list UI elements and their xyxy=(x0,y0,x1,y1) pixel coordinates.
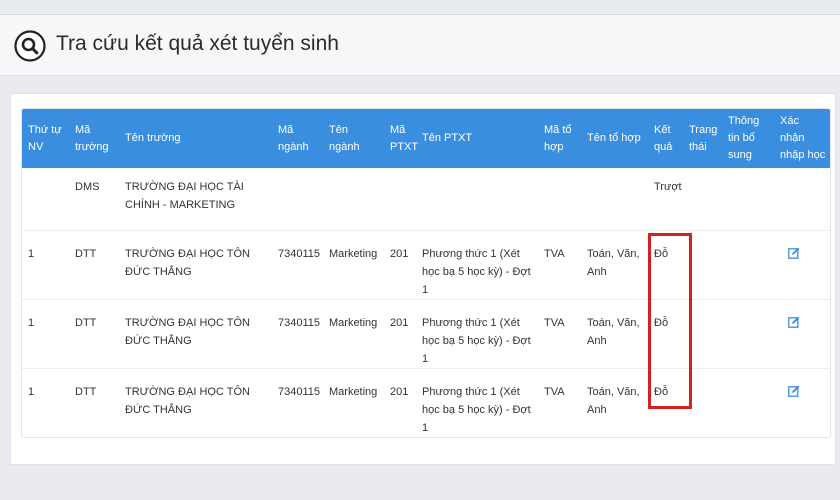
cell-school-name: TRƯỜNG ĐẠI HỌC TÔN ĐỨC THẮNG xyxy=(125,316,250,347)
results-table-container: Thứ tự NV Mã trường Tên trường Mã ngành Tên … xyxy=(21,108,831,438)
cell-school-code: DTT xyxy=(75,247,97,260)
cell-extra-info xyxy=(722,368,774,437)
cell-combo-name: Toán, Văn, Anh xyxy=(587,247,640,278)
cell-major-name: Marketing xyxy=(329,385,378,398)
results-table: Thứ tự NV Mã trường Tên trường Mã ngành Tên … xyxy=(22,109,830,437)
cell-major-name: Marketing xyxy=(329,316,378,329)
cell-extra-info xyxy=(722,168,774,230)
cell-major-name xyxy=(323,168,384,230)
column-header: Kết quả xyxy=(654,123,673,153)
cell-school-code: DTT xyxy=(75,316,97,329)
cell-order xyxy=(22,168,69,230)
column-header: Thứ tự NV xyxy=(28,123,62,153)
column-header: Tên ngành xyxy=(329,123,360,153)
column-header: Mã trường xyxy=(75,123,109,153)
cell-combo-code xyxy=(538,168,581,230)
cell-school-name: TRƯỜNG ĐẠI HỌC TÔN ĐỨC THẮNG xyxy=(125,247,250,278)
cell-method-name: Phương thức 1 (Xét học bạ 5 học kỳ) - Đợ… xyxy=(422,385,531,434)
page-header: Tra cứu kết quả xét tuyển sinh xyxy=(0,14,840,76)
cell-major-code: 7340115 xyxy=(278,385,321,398)
cell-method-name xyxy=(416,168,538,230)
cell-status xyxy=(683,299,722,368)
cell-confirm-enrollment xyxy=(774,230,830,299)
cell-result: Đỗ xyxy=(654,316,669,329)
cell-confirm-enrollment xyxy=(774,168,830,230)
edit-icon[interactable] xyxy=(788,247,800,259)
column-header: Xác nhận nhập học xyxy=(780,115,826,161)
cell-status xyxy=(683,368,722,437)
edit-icon[interactable] xyxy=(788,316,800,328)
cell-result: Đỗ xyxy=(654,385,669,398)
column-header: Tên trường xyxy=(125,132,181,144)
column-header: Thông tin bổ sung xyxy=(728,115,760,161)
table-row: DMS TRƯỜNG ĐẠI HỌC TÀI CHÍNH - MARKETING T… xyxy=(22,168,830,230)
search-icon xyxy=(14,30,46,62)
column-header: Mã PTXT xyxy=(390,123,419,153)
cell-extra-info xyxy=(722,230,774,299)
column-header: Mã tổ hợp xyxy=(544,123,572,153)
page-title: Tra cứu kết quả xét tuyển sinh xyxy=(56,32,339,55)
table-header-row: Thứ tự NV Mã trường Tên trường Mã ngành Tên … xyxy=(22,109,830,168)
cell-major-code: 7340115 xyxy=(278,316,321,329)
cell-method-name: Phương thức 1 (Xét học bạ 5 học kỳ) - Đợ… xyxy=(422,316,531,365)
column-header: Tên tổ hợp xyxy=(587,132,641,144)
table-row: 1 DTT TRƯỜNG ĐẠI HỌC TÔN ĐỨC THẮNG 7340115 M… xyxy=(22,299,830,368)
cell-school-code: DTT xyxy=(75,385,97,398)
cell-method-code: 201 xyxy=(390,316,409,329)
cell-major-code: 7340115 xyxy=(278,247,321,260)
cell-combo-name: Toán, Văn, Anh xyxy=(587,385,640,416)
cell-order: 1 xyxy=(28,385,35,398)
cell-extra-info xyxy=(722,299,774,368)
cell-method-code xyxy=(384,168,416,230)
cell-confirm-enrollment xyxy=(774,368,830,437)
cell-method-name: Phương thức 1 (Xét học bạ 5 học kỳ) - Đợ… xyxy=(422,247,531,296)
column-header: Mã ngành xyxy=(278,123,309,153)
cell-major-code xyxy=(272,168,323,230)
cell-combo-code: TVA xyxy=(544,385,565,398)
cell-combo-name xyxy=(581,168,648,230)
cell-status xyxy=(683,168,722,230)
cell-major-name: Marketing xyxy=(329,247,378,260)
cell-order: 1 xyxy=(28,247,35,260)
table-row: 1 DTT TRƯỜNG ĐẠI HỌC TÔN ĐỨC THẮNG 7340115 M… xyxy=(22,368,830,437)
cell-school-code: DMS xyxy=(75,181,100,193)
cell-method-code: 201 xyxy=(390,247,409,260)
cell-school-name: TRƯỜNG ĐẠI HỌC TÀI CHÍNH - MARKETING xyxy=(125,181,244,211)
column-header: Trang thái xyxy=(689,123,718,153)
cell-combo-code: TVA xyxy=(544,247,565,260)
column-header: Tên PTXT xyxy=(422,132,473,144)
cell-order: 1 xyxy=(28,316,35,329)
table-row: 1 DTT TRƯỜNG ĐẠI HỌC TÔN ĐỨC THẮNG 7340115 M… xyxy=(22,230,830,299)
cell-combo-code: TVA xyxy=(544,316,565,329)
results-panel: Thứ tự NV Mã trường Tên trường Mã ngành Tên … xyxy=(10,93,836,465)
cell-result: Đỗ xyxy=(654,247,669,260)
cell-status xyxy=(683,230,722,299)
cell-combo-name: Toán, Văn, Anh xyxy=(587,316,640,347)
cell-school-name: TRƯỜNG ĐẠI HỌC TÔN ĐỨC THẮNG xyxy=(125,385,250,416)
edit-icon[interactable] xyxy=(788,385,800,397)
cell-result: Trượt xyxy=(654,181,682,193)
cell-method-code: 201 xyxy=(390,385,409,398)
cell-confirm-enrollment xyxy=(774,299,830,368)
